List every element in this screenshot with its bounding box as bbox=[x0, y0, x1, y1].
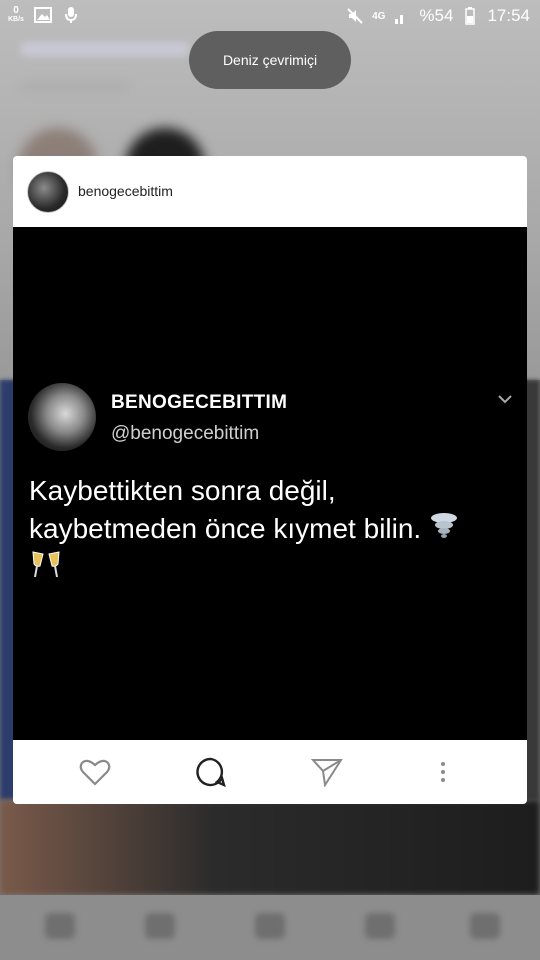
tweet-text-body: Kaybettikten sonra değil, kaybetmeden ön… bbox=[29, 475, 422, 544]
avatar[interactable] bbox=[27, 171, 69, 213]
post-preview-card[interactable]: benogecebittim BENOGECEBITTIM @benogeceb… bbox=[13, 156, 527, 804]
image-icon bbox=[33, 6, 52, 24]
tweet-display-name: BENOGECEBITTIM bbox=[111, 392, 288, 413]
clock: 17:54 bbox=[487, 6, 530, 25]
background-blur bbox=[0, 800, 540, 895]
network-speed-value: 0 bbox=[13, 5, 19, 16]
mute-icon bbox=[346, 7, 364, 25]
background-blur bbox=[20, 42, 190, 56]
network-speed-unit: KB/s bbox=[8, 16, 24, 23]
post-header: benogecebittim bbox=[13, 156, 527, 227]
chevron-down-icon bbox=[498, 395, 512, 404]
mic-icon bbox=[62, 6, 80, 24]
background-blur bbox=[20, 80, 130, 94]
tweet-handle: @benogecebittim bbox=[111, 423, 260, 444]
battery-percent: %54 bbox=[419, 6, 454, 25]
post-username[interactable]: benogecebittim bbox=[78, 183, 173, 199]
clinking-glasses-emoji-icon bbox=[29, 550, 63, 590]
post-image: BENOGECEBITTIM @benogecebittim Kaybettik… bbox=[13, 227, 527, 740]
comment-icon[interactable] bbox=[195, 756, 227, 788]
network-type: 4G bbox=[372, 10, 386, 22]
tornado-emoji-icon bbox=[429, 512, 459, 550]
tweet-text: Kaybettikten sonra değil, kaybetmeden ön… bbox=[29, 472, 499, 590]
signal-icon bbox=[393, 7, 411, 25]
toast-text: Deniz çevrimiçi bbox=[222, 52, 318, 68]
battery-icon bbox=[461, 7, 479, 25]
send-icon[interactable] bbox=[311, 756, 343, 788]
tweet-avatar bbox=[28, 383, 96, 451]
heart-icon[interactable] bbox=[79, 756, 111, 788]
network-speed: 0 KB/s bbox=[8, 6, 24, 24]
status-bar: 0 KB/s 4G %54 17:54 bbox=[0, 0, 540, 34]
more-vertical-icon[interactable] bbox=[427, 756, 459, 788]
toast-notification: Deniz çevrimiçi bbox=[189, 31, 351, 89]
post-actions bbox=[13, 740, 527, 804]
background-nav bbox=[0, 895, 540, 960]
